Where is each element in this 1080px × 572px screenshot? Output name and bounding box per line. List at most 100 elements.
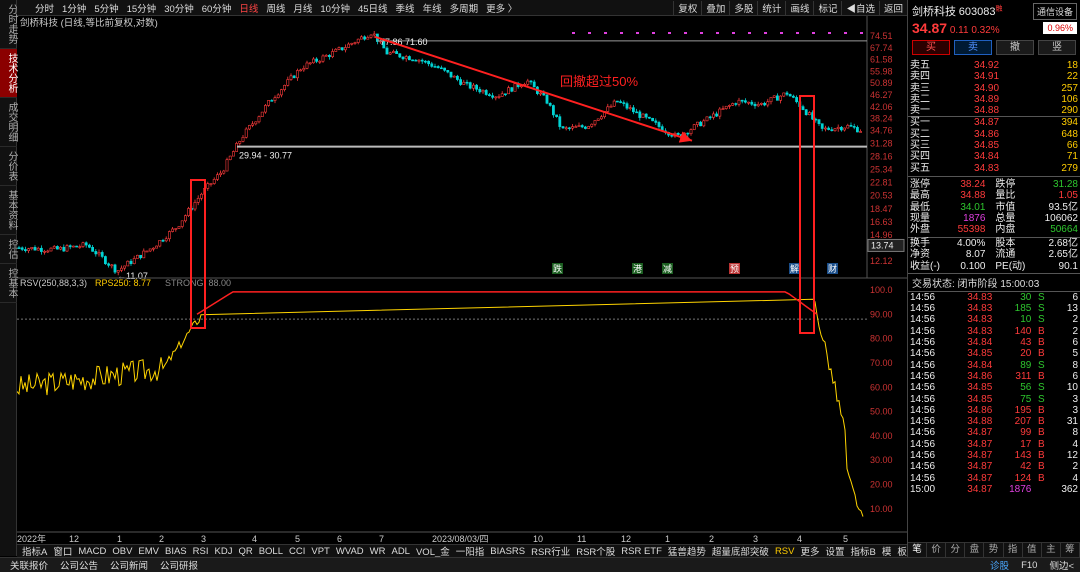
left-tab[interactable]: 基本资料	[0, 186, 17, 235]
indicator-tab[interactable]: BOLL	[256, 546, 286, 557]
panel-tab[interactable]: 盘	[965, 543, 985, 557]
period-tab[interactable]: 60分钟	[198, 1, 236, 15]
toolbar-button[interactable]: 统计	[757, 0, 785, 15]
candle-body	[507, 87, 511, 95]
period-tab[interactable]: 年线	[419, 1, 446, 15]
left-tab[interactable]: 技术分析	[0, 49, 17, 98]
industry-tag[interactable]: 通信设备	[1032, 2, 1077, 20]
period-tab[interactable]: 15分钟	[123, 1, 161, 15]
candle-body	[689, 129, 693, 135]
indicator-tab[interactable]: WVAD	[333, 546, 367, 557]
indicator-tab[interactable]: KDJ	[212, 546, 236, 557]
candle-body	[654, 120, 658, 123]
trade-button[interactable]: 卖	[954, 40, 992, 55]
trade-button[interactable]: 买	[912, 40, 950, 55]
period-tab[interactable]: 45日线	[354, 1, 392, 15]
indicator-tab[interactable]: BIAS	[162, 546, 190, 557]
panel-tab[interactable]: 分	[946, 543, 966, 557]
status-link[interactable]: 关联报价	[4, 558, 54, 572]
indicator-tab[interactable]: 更多	[797, 544, 822, 558]
indicator-tab[interactable]: RSR个股	[573, 544, 618, 558]
status-link[interactable]: 公司新闻	[104, 558, 154, 572]
toolbar-button[interactable]: 标记	[813, 0, 841, 15]
candle-body	[49, 247, 53, 252]
candle-body	[743, 100, 747, 103]
period-tab[interactable]: 5分钟	[90, 1, 122, 15]
period-tab[interactable]: 1分钟	[58, 1, 90, 15]
candle-body	[385, 47, 389, 55]
indicator-tab-right[interactable]: 模	[879, 544, 895, 558]
toolbar-button[interactable]: 画线	[785, 0, 813, 15]
candle-body	[769, 97, 773, 103]
indicator-tab[interactable]: RSI	[190, 546, 212, 557]
tick-count: 6	[1072, 337, 1078, 349]
panel-tab[interactable]: 势	[984, 543, 1004, 557]
indicator-tab[interactable]: ADL	[388, 546, 412, 557]
kline-chart[interactable]: 74.51 67.74 61.5855.98 50.89 46.27 42.06 38.24…	[17, 16, 907, 544]
panel-tab[interactable]: 价	[927, 543, 947, 557]
indicator-tab[interactable]: RSR ETF	[618, 546, 665, 557]
period-tab[interactable]: 周线	[262, 1, 289, 15]
x-tick: 2022年	[17, 533, 46, 544]
trade-button[interactable]: 竖	[1038, 40, 1076, 55]
indicator-tab[interactable]: 指标A	[19, 544, 50, 558]
period-tab[interactable]: 多周期	[446, 1, 483, 15]
period-tab[interactable]: 日线	[235, 1, 262, 15]
status-link[interactable]: 公司公告	[54, 558, 104, 572]
candle-body	[251, 123, 255, 126]
panel-tab[interactable]: 主	[1042, 543, 1061, 557]
tick-time: 14:56	[910, 404, 936, 416]
toolbar-button[interactable]: 叠加	[701, 0, 729, 15]
panel-tab[interactable]: 指	[1004, 543, 1023, 557]
indicator-tab[interactable]: VOL_金	[413, 544, 453, 558]
period-tab[interactable]: 10分钟	[316, 1, 354, 15]
indicator-tab[interactable]: CCI	[286, 546, 308, 557]
status-right-button[interactable]: 诊股	[984, 558, 1015, 572]
status-right-button[interactable]: F10	[1015, 560, 1043, 571]
indicator-tab[interactable]: BIASRS	[487, 546, 528, 557]
left-tab[interactable]: 分时走势	[0, 0, 17, 49]
period-tab[interactable]: 分时	[31, 1, 58, 15]
left-tab[interactable]: 成交明细	[0, 98, 17, 147]
indicator-tab[interactable]: EMV	[135, 546, 162, 557]
candle-body	[407, 56, 411, 61]
indicator-tab[interactable]: QR	[235, 546, 255, 557]
indicator-tab[interactable]: RSR行业	[528, 544, 573, 558]
indicator-tab[interactable]: 设置	[823, 544, 848, 558]
left-tab[interactable]: 控估	[0, 235, 17, 264]
candle-body	[427, 60, 431, 65]
indicator-tab[interactable]: 猛兽趋势	[665, 544, 709, 558]
panel-tab[interactable]: 笔	[908, 543, 928, 557]
margin-badge: 融	[995, 5, 1003, 13]
period-tab[interactable]: 月线	[289, 1, 316, 15]
indicator-tab[interactable]: 窗口	[50, 544, 75, 558]
left-tab[interactable]: 分价表	[0, 147, 17, 186]
candle-body	[216, 174, 219, 180]
toolbar-button[interactable]: 多股	[729, 0, 757, 15]
panel-tab[interactable]: 筹	[1061, 543, 1080, 557]
status-link[interactable]: 公司研报	[154, 558, 204, 572]
candle-body	[232, 151, 235, 157]
toolbar-button[interactable]: 返回	[878, 0, 907, 15]
panel-tab[interactable]: 值	[1023, 543, 1042, 557]
period-tab[interactable]: 30分钟	[160, 1, 198, 15]
indicator-tab[interactable]: MACD	[75, 546, 109, 557]
toolbar-button[interactable]: 复权	[673, 0, 701, 15]
stat-label: 股本	[995, 237, 1016, 249]
trade-button[interactable]: 撤	[996, 40, 1034, 55]
left-tab[interactable]: 控基本	[0, 264, 17, 303]
period-tab[interactable]: 季线	[392, 1, 419, 15]
status-right-button[interactable]: 侧边<	[1043, 558, 1080, 572]
tick-time: 14:56	[910, 427, 936, 439]
period-tab[interactable]: 更多 〉	[482, 1, 521, 15]
indicator-tab[interactable]: WR	[367, 546, 389, 557]
indicator-tab[interactable]: RSV	[772, 546, 798, 557]
signal-mark	[572, 32, 575, 34]
candle-body	[398, 53, 402, 58]
indicator-tab[interactable]: 超量底部突破	[709, 544, 772, 558]
indicator-tab[interactable]: 一阳指	[453, 544, 488, 558]
indicator-tab[interactable]: OBV	[109, 546, 135, 557]
toolbar-button[interactable]: ◀自选	[841, 0, 879, 15]
indicator-tab-right[interactable]: 指标B	[848, 544, 879, 558]
indicator-tab[interactable]: VPT	[308, 546, 332, 557]
